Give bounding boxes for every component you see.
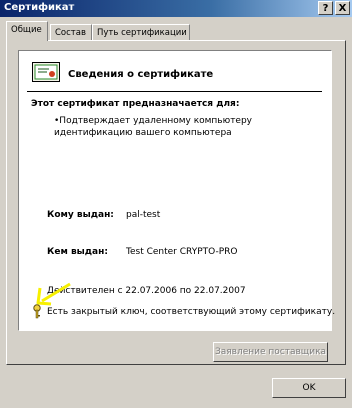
divider-top	[27, 91, 322, 92]
tab-details[interactable]: Состав	[50, 24, 92, 41]
help-button[interactable]: ?	[318, 1, 333, 15]
issued-to-label: Кому выдан:	[47, 210, 114, 220]
purpose-item: •Подтверждает удаленному компьютеру иден…	[54, 116, 253, 138]
close-button[interactable]: X	[335, 1, 350, 15]
certificate-dialog: Сертификат ? X Общие Состав Путь сертифи…	[0, 0, 352, 408]
tab-certification-path[interactable]: Путь сертификации	[92, 24, 190, 41]
issuer-statement-button[interactable]: Заявление поставщика	[213, 342, 328, 362]
info-heading: Сведения о сертификате	[68, 69, 214, 80]
issued-by-value: Test Center CRYPTO-PRO	[126, 247, 238, 257]
certificate-icon	[32, 62, 60, 82]
purpose-label: Этот сертификат предназначается для:	[31, 99, 240, 109]
private-key-text: Есть закрытый ключ, соответствующий этом…	[47, 307, 336, 317]
yellow-arrow-icon	[36, 282, 71, 306]
window-title: Сертификат	[4, 2, 75, 13]
issued-to-value: pal-test	[126, 210, 161, 220]
issued-by-label: Кем выдан:	[47, 247, 108, 257]
ok-button[interactable]: OK	[272, 378, 346, 398]
validity-text: Действителен с 22.07.2006 по 22.07.2007	[47, 286, 246, 296]
title-bar: Сертификат ? X	[0, 0, 352, 17]
tab-general[interactable]: Общие	[6, 21, 48, 41]
